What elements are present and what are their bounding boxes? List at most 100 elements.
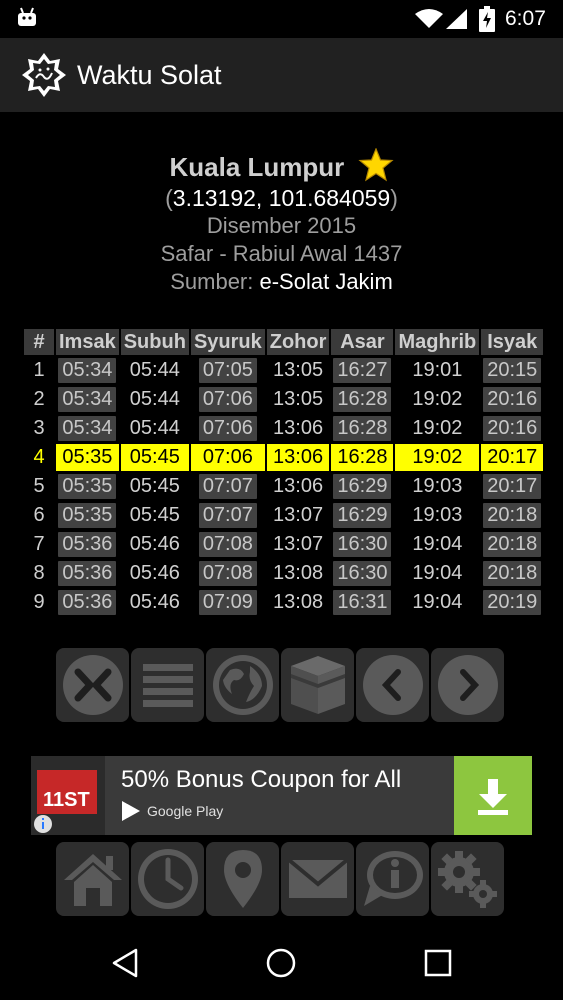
time-cell: 19:01 (412, 359, 463, 381)
time-value: 07:05 (198, 358, 257, 383)
qibla-button[interactable] (281, 648, 354, 722)
time-value: 16:31 (333, 590, 392, 615)
time-cell: 20:17 (481, 444, 544, 471)
time-value: 16:28 (333, 416, 392, 441)
time-cell: 05:34 (56, 357, 119, 384)
store-label: Google Play (147, 803, 224, 819)
menu-button[interactable] (131, 648, 204, 722)
hijri-label: Safar - Rabiul Awal 1437 (160, 241, 403, 266)
time-value: 16:29 (333, 474, 392, 499)
header-syuruk: Syuruk (190, 329, 265, 355)
recents-icon[interactable] (422, 947, 454, 979)
time-value: 20:19 (483, 590, 542, 615)
time-cell: 07:06 (190, 444, 265, 471)
home-nav-icon[interactable] (265, 947, 297, 979)
time-value: 20:17 (487, 446, 538, 468)
time-cell: 19:04 (412, 591, 463, 613)
table-row: 9 05:36 05:46 07:09 13:08 16:31 19:04 20:19 (24, 589, 543, 616)
time-cell: 20:19 (481, 589, 543, 616)
favorite-star-icon[interactable] (357, 148, 394, 182)
time-cell: 13:07 (273, 504, 324, 526)
globe-icon (212, 655, 273, 715)
time-value: 20:16 (483, 416, 542, 441)
day-number: 3 (33, 417, 45, 439)
table-row: 4 05:35 05:45 07:06 13:06 16:28 19:02 20:17 (24, 444, 544, 471)
back-icon[interactable] (110, 947, 142, 979)
time-cell: 19:04 (412, 562, 463, 584)
time-value: 05:34 (58, 416, 117, 441)
time-cell: 05:35 (56, 444, 119, 471)
time-value: 05:34 (58, 387, 117, 412)
ad-title[interactable]: 50% Bonus Coupon for All (121, 766, 401, 794)
time-cell: 05:36 (56, 589, 119, 616)
mail-button[interactable] (281, 842, 354, 916)
time-cell: 05:45 (129, 475, 180, 497)
time-cell: 19:03 (412, 475, 463, 497)
table-row: 5 05:35 05:45 07:07 13:06 16:29 19:03 20:17 (24, 473, 543, 500)
info-button[interactable] (356, 842, 429, 916)
time-cell: 05:36 (56, 560, 119, 587)
navigation-toolbar (56, 842, 508, 916)
source-value[interactable]: e-Solat Jakim (260, 269, 393, 294)
day-number: 1 (33, 359, 45, 381)
day-number: 4 (24, 444, 54, 471)
time-cell: 05:46 (129, 591, 180, 613)
clock-icon (137, 849, 198, 909)
day-number: 5 (33, 475, 45, 497)
menu-icon (142, 664, 193, 707)
time-value: 16:30 (333, 561, 392, 586)
time-cell: 05:35 (56, 473, 119, 500)
location-button[interactable] (206, 842, 279, 916)
day-number: 2 (33, 388, 45, 410)
time-value: 20:15 (483, 358, 542, 383)
time-value: 16:29 (333, 503, 392, 528)
app-bar: Waktu Solat (0, 38, 563, 112)
time-cell: 20:17 (481, 473, 543, 500)
time-cell: 05:34 (56, 386, 119, 413)
signal-icon (446, 9, 467, 29)
mail-icon (287, 858, 348, 898)
ad-info-icon[interactable] (33, 814, 53, 834)
globe-button[interactable] (206, 648, 279, 722)
next-button[interactable] (431, 648, 504, 722)
time-value: 20:16 (483, 387, 542, 412)
time-value: 05:36 (58, 590, 117, 615)
close-button[interactable] (56, 648, 129, 722)
time-cell: 07:07 (191, 502, 265, 529)
clock-button[interactable] (131, 842, 204, 916)
table-row: 1 05:34 05:44 07:05 13:05 16:27 19:01 20:15 (24, 357, 543, 384)
time-cell: 19:03 (412, 504, 463, 526)
time-cell: 13:05 (273, 359, 324, 381)
time-value: 20:18 (483, 503, 542, 528)
app-logo-icon (22, 53, 66, 97)
time-cell: 05:34 (56, 415, 119, 442)
time-cell: 16:29 (331, 502, 393, 529)
time-value: 20:17 (483, 474, 542, 499)
time-cell: 19:02 (412, 388, 463, 410)
time-value: 05:35 (58, 474, 117, 499)
google-play-badge[interactable]: Google Play (121, 800, 223, 822)
settings-button[interactable] (431, 842, 504, 916)
time-cell: 05:44 (129, 417, 180, 439)
time-cell: 13:08 (273, 562, 324, 584)
google-play-icon (122, 801, 140, 821)
status-bar: 6:07 (0, 0, 563, 38)
ad-banner[interactable]: 11ST 50% Bonus Coupon for All Google Pla… (31, 756, 532, 835)
time-value: 07:09 (198, 590, 257, 615)
chevron-left-icon (362, 655, 423, 715)
time-value: 16:27 (333, 358, 392, 383)
source-label: Sumber: (170, 269, 254, 294)
time-cell: 05:35 (56, 502, 119, 529)
system-navigation-bar (0, 930, 563, 1000)
time-cell: 07:06 (191, 386, 265, 413)
location-header: Kuala Lumpur (3.13192, 101.684059) Disem… (0, 148, 563, 296)
home-button[interactable] (56, 842, 129, 916)
time-value: 07:06 (198, 416, 257, 441)
ad-download-button[interactable] (454, 756, 532, 835)
time-cell: 07:07 (191, 473, 265, 500)
table-row: 7 05:36 05:46 07:08 13:07 16:30 19:04 20:18 (24, 531, 543, 558)
previous-button[interactable] (356, 648, 429, 722)
coordinates-value: 3.13192, 101.684059 (172, 185, 391, 211)
time-cell: 16:28 (331, 386, 393, 413)
time-cell: 07:08 (191, 560, 265, 587)
